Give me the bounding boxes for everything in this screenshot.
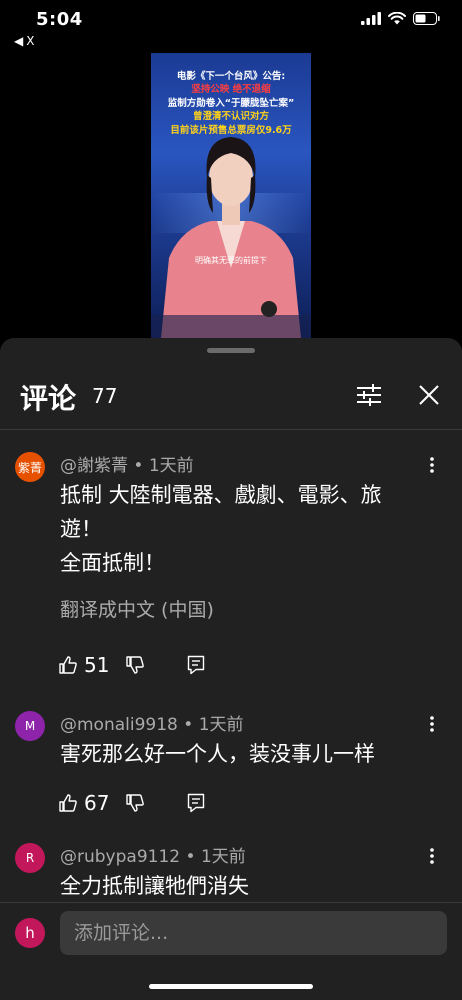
comment-actions: 67 [58,789,205,817]
more-vertical-icon [430,716,434,732]
video-subtitle: 明确其无罪的前提下 [195,256,267,265]
comment-more-button[interactable] [420,453,444,477]
like-count: 51 [84,653,110,677]
comment-line: 全力抵制讓牠們消失 [60,874,249,898]
comment-time: 1天前 [198,715,244,735]
comment-meta: @謝紫菁 • 1天前 [60,451,194,476]
battery-icon [413,12,440,25]
status-bar: 5:04 ◀ X [0,0,462,48]
like-count: 67 [84,791,110,815]
more-vertical-icon [430,848,434,864]
comments-count: 77 [92,384,118,408]
back-app-label: X [26,34,35,48]
comment-author[interactable]: @謝紫菁 [60,456,128,476]
thumb-down-icon [126,656,145,674]
comments-title: 评论 [20,382,77,415]
back-arrow-icon: ◀ [14,34,24,48]
video-caption-3: 监制方勋卷入“于朦胧坠亡案” [167,98,295,109]
comment-meta: @monali9918 • 1天前 [60,710,244,735]
comment-time: 1天前 [148,456,194,476]
dislike-button[interactable] [125,655,145,675]
home-indicator[interactable] [149,984,313,989]
status-time: 5:04 [36,9,83,30]
like-button[interactable]: 67 [58,791,125,815]
reply-button[interactable] [187,655,205,675]
video-caption-1: 电影《下一个台风》公告: [176,71,286,82]
comment-line: 遊！ [60,517,102,541]
translate-link[interactable]: 翻译成中文 (中国) [60,595,214,622]
video-caption-2: 坚持公映 绝不退缩 [191,84,271,95]
sort-filter-button[interactable] [352,378,386,412]
comment-line: 全面抵制！ [60,551,165,575]
close-icon [419,385,439,405]
comment-meta: @rubypa9112 • 1天前 [60,842,246,867]
comment-line: 抵制 大陸制電器、戲劇、電影、旅 [60,483,382,507]
avatar[interactable]: 紫菁 [15,452,45,482]
comment-text: 全力抵制讓牠們消失 [60,869,430,902]
add-comment-bar: h [0,902,462,1000]
drag-handle[interactable] [207,348,255,353]
thumb-up-icon [59,794,77,812]
meta-separator: • [185,847,201,867]
avatar[interactable]: R [15,843,45,873]
meta-separator: • [183,715,199,735]
my-avatar[interactable]: h [15,918,45,948]
thumb-down-icon [126,794,145,812]
comment-text: 抵制 大陸制電器、戲劇、電影、旅 遊！ 全面抵制！ [60,478,430,580]
reply-comment-icon [188,655,205,675]
avatar[interactable]: M [15,711,45,741]
comment-actions: 51 [58,651,205,679]
more-vertical-icon [430,457,434,473]
comment-time: 1天前 [200,847,246,867]
reply-comment-icon [188,793,205,813]
like-button[interactable]: 51 [58,653,125,677]
add-comment-input[interactable] [60,911,447,955]
comment-text: 害死那么好一个人，装没事儿一样 [60,737,430,771]
comments-list[interactable]: 紫菁 @謝紫菁 • 1天前 抵制 大陸制電器、戲劇、電影、旅 遊！ 全面抵制！ … [0,430,462,902]
video-caption-5: 目前该片预售总票房仅9.6万 [170,125,292,136]
wifi-icon [388,12,406,25]
dislike-button[interactable] [125,793,145,813]
close-button[interactable] [412,378,446,412]
thumb-up-icon [59,656,77,674]
comment-more-button[interactable] [420,712,444,736]
back-to-app-button[interactable]: ◀ X [14,34,34,48]
reply-button[interactable] [187,793,205,813]
comment-author[interactable]: @monali9918 [60,715,178,735]
video-player[interactable]: 电影《下一个台风》公告: 坚持公映 绝不退缩 监制方勋卷入“于朦胧坠亡案” 曾澄… [151,53,311,338]
status-icons [361,12,440,25]
video-caption-4: 曾澄清不认识对方 [192,111,269,122]
comment-line: 害死那么好一个人，装没事儿一样 [60,742,375,766]
filter-sliders-icon [357,384,381,406]
comments-sheet: 评论 77 紫菁 @謝紫菁 • 1天前 抵制 大陸制電器、戲劇、電影、旅 遊！ … [0,338,462,1000]
comment-more-button[interactable] [420,844,444,868]
comment-author[interactable]: @rubypa9112 [60,847,180,867]
signal-icon [361,12,381,25]
meta-separator: • [133,456,149,476]
